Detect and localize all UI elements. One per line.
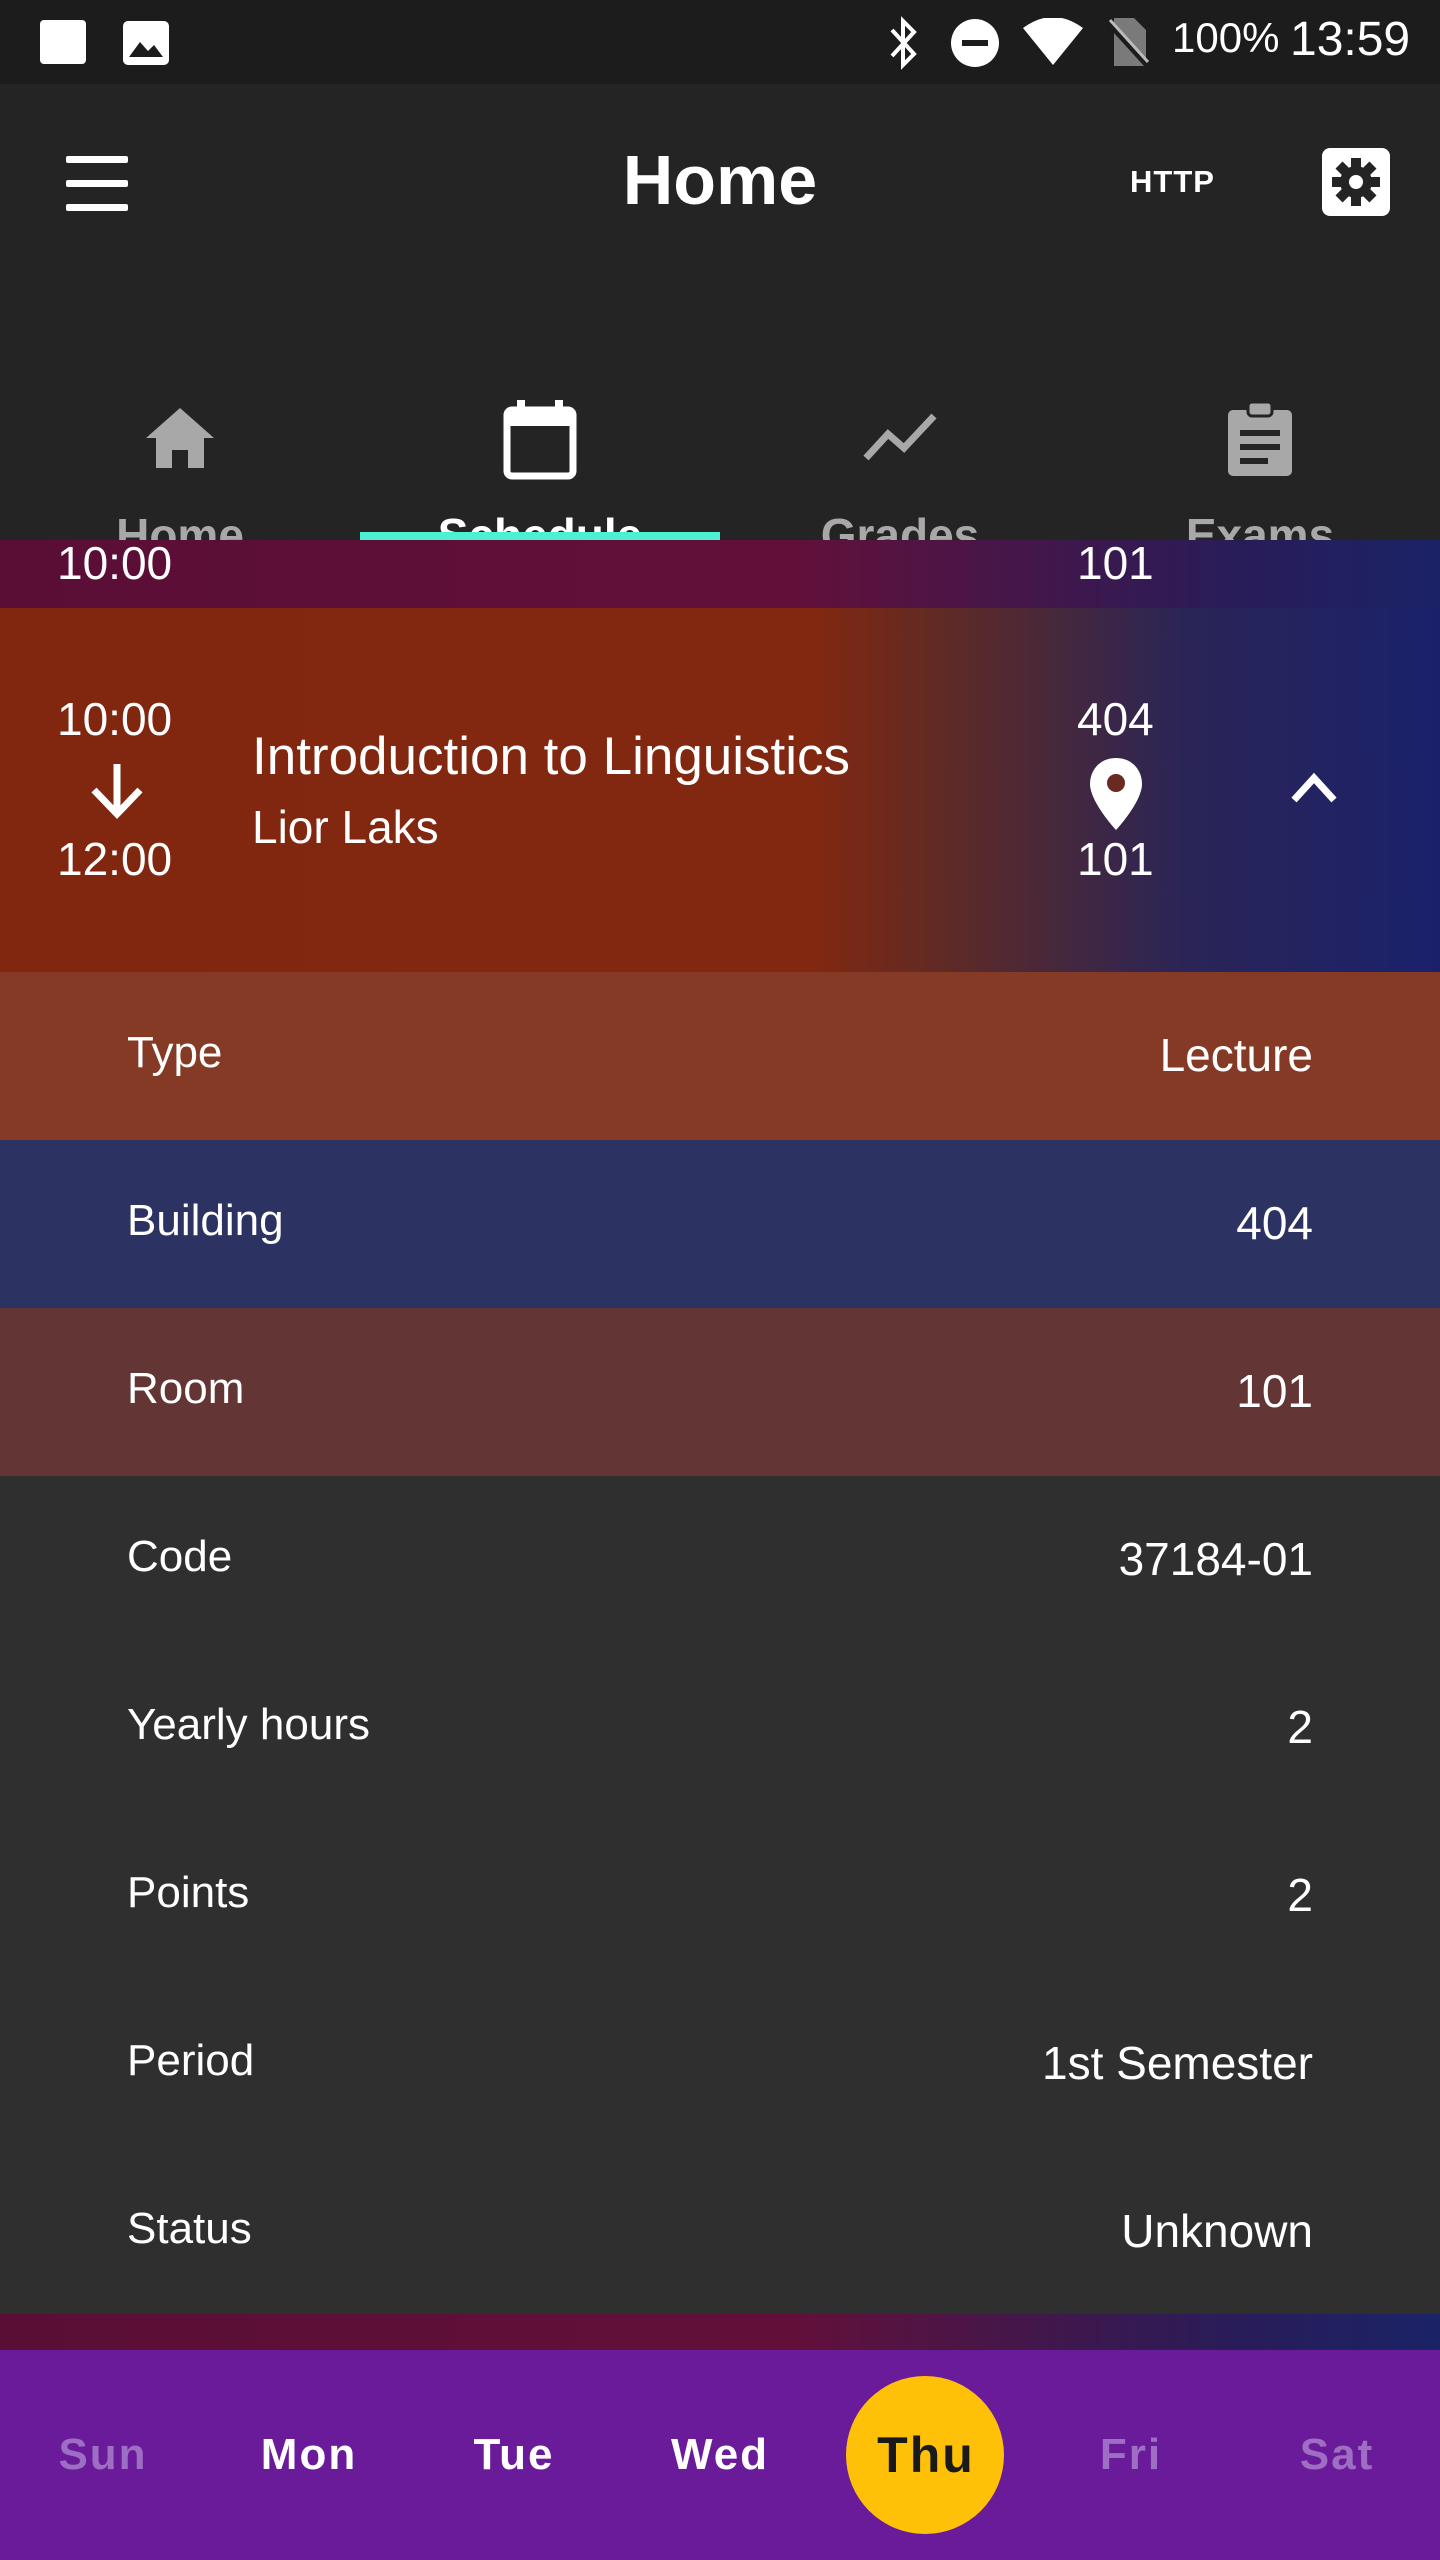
- lesson-end-time: 12:00: [57, 833, 173, 885]
- detail-row-yearly-hours: Yearly hours 2: [0, 1644, 1440, 1812]
- detail-label: Building: [127, 1196, 284, 1245]
- teacher-name: Lior Laks: [252, 801, 439, 853]
- day-fri[interactable]: Fri: [1028, 2350, 1234, 2560]
- lesson-row-next[interactable]: [0, 2314, 1440, 2350]
- detail-row-points: Points 2: [0, 1812, 1440, 1980]
- calendar-icon: [503, 400, 577, 480]
- app-bar: Home HTTP Home Schedule: [0, 84, 1440, 561]
- detail-value: 37184-01: [1118, 1533, 1313, 1585]
- battery-percent: 100%: [1172, 14, 1280, 61]
- detail-value: 2: [1287, 1701, 1313, 1753]
- detail-value: 101: [1236, 1365, 1313, 1417]
- lesson-row[interactable]: 10:00 12:00 Introduction to Linguistics …: [0, 608, 1440, 972]
- lesson-room: 101: [1077, 833, 1154, 885]
- detail-row-building: Building 404: [0, 1140, 1440, 1308]
- detail-row-room: Room 101: [0, 1308, 1440, 1476]
- arrow-down-icon: [91, 764, 143, 820]
- image-icon: [123, 21, 169, 65]
- status-bar: 100% 13:59: [0, 0, 1440, 84]
- day-sun[interactable]: Sun: [0, 2350, 206, 2560]
- detail-label: Yearly hours: [127, 1700, 370, 1749]
- detail-label: Room: [127, 1364, 245, 1413]
- detail-row-period: Period 1st Semester: [0, 1980, 1440, 2148]
- detail-label: Status: [127, 2204, 252, 2253]
- notification-square-icon: [40, 20, 86, 64]
- do-not-disturb-icon: [951, 19, 999, 67]
- day-thu[interactable]: Thu: [823, 2350, 1029, 2560]
- day-selector: Sun Mon Tue Wed Thu Fri Sat: [0, 2350, 1440, 2560]
- detail-value: Unknown: [1121, 2205, 1313, 2257]
- wifi-icon: [1023, 18, 1083, 65]
- day-mon[interactable]: Mon: [206, 2350, 412, 2560]
- clipboard-icon: [1228, 400, 1292, 476]
- day-tue[interactable]: Tue: [411, 2350, 617, 2560]
- previous-end-time: 10:00: [57, 540, 173, 589]
- trending-icon: [863, 413, 937, 461]
- detail-row-type: Type Lecture: [0, 972, 1440, 1140]
- detail-value: 1st Semester: [1042, 2037, 1313, 2089]
- clock: 13:59: [1290, 13, 1411, 66]
- day-sat[interactable]: Sat: [1234, 2350, 1440, 2560]
- no-sim-icon: [1106, 18, 1150, 69]
- home-icon: [146, 408, 214, 468]
- detail-value: Lecture: [1159, 1029, 1313, 1081]
- detail-label: Type: [127, 1028, 223, 1077]
- day-wed[interactable]: Wed: [617, 2350, 823, 2560]
- detail-label: Code: [127, 1532, 233, 1581]
- lesson-row-previous[interactable]: 10:00 101: [0, 540, 1440, 608]
- detail-row-code: Code 37184-01: [0, 1476, 1440, 1644]
- detail-value: 404: [1236, 1197, 1313, 1249]
- detail-label: Period: [127, 2036, 255, 2085]
- location-pin-icon: [1090, 758, 1142, 830]
- detail-value: 2: [1287, 1869, 1313, 1921]
- lesson-start-time: 10:00: [57, 693, 173, 745]
- bluetooth-icon: [890, 16, 917, 70]
- settings-icon: [1322, 148, 1390, 216]
- detail-row-status: Status Unknown: [0, 2148, 1440, 2316]
- page-title: Home: [622, 141, 818, 219]
- detail-label: Points: [127, 1868, 250, 1917]
- lesson-building: 404: [1077, 693, 1154, 745]
- chevron-up-icon[interactable]: [1288, 768, 1340, 808]
- previous-room: 101: [1077, 540, 1154, 589]
- settings-button[interactable]: [1320, 146, 1392, 218]
- http-button[interactable]: HTTP: [1130, 164, 1215, 200]
- course-name: Introduction to Linguistics: [252, 727, 851, 786]
